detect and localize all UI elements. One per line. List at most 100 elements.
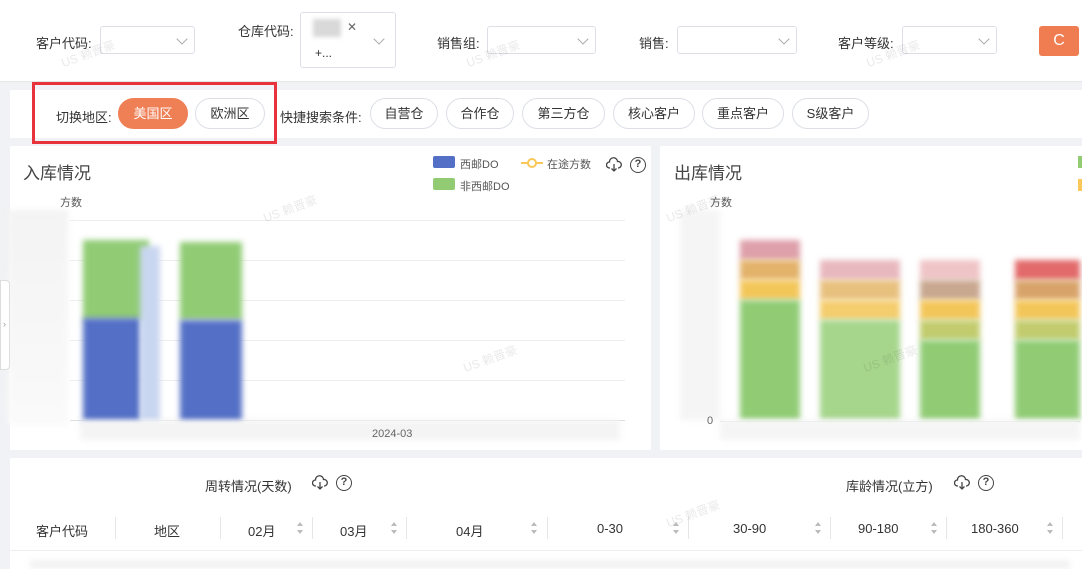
bar-segment-yellow: [1015, 300, 1080, 320]
bar-segment-green: [1015, 340, 1080, 420]
chevron-down-icon: [176, 33, 188, 45]
question-circle-icon[interactable]: ?: [630, 157, 646, 173]
chevron-down-icon: [577, 33, 589, 45]
sales-group-select[interactable]: [487, 26, 596, 54]
y-tick-labels-blurred: [8, 210, 68, 425]
turnover-title: 周转情况(天数): [205, 479, 292, 494]
column-separator: [312, 517, 313, 539]
column-header-feb[interactable]: 02月: [248, 521, 275, 540]
chip-self-warehouse[interactable]: 自营仓: [370, 98, 438, 129]
sort-icon[interactable]: [930, 521, 938, 535]
column-separator: [946, 517, 947, 539]
cloud-download-icon[interactable]: [954, 475, 970, 491]
sort-icon[interactable]: [1046, 521, 1054, 535]
bar-segment-orange: [820, 280, 900, 300]
stats-table-card: [10, 458, 1082, 569]
column-header-region[interactable]: 地区: [154, 521, 180, 540]
inbound-title: 入库情况: [23, 164, 91, 183]
y-tick-labels-blurred: [680, 210, 720, 420]
x-tick-labels-blurred: [720, 420, 1080, 440]
legend-swatch-cutoff: [1078, 179, 1082, 191]
sort-icon[interactable]: [672, 521, 680, 535]
remove-tag-icon[interactable]: ✕: [347, 20, 357, 34]
sort-icon[interactable]: [814, 521, 822, 535]
warehouse-code-select[interactable]: ✕ +...: [300, 12, 396, 68]
bar-non-xiyou-do: [180, 242, 242, 320]
column-header-apr[interactable]: 04月: [456, 521, 483, 540]
column-separator: [115, 517, 116, 539]
column-header-30-90[interactable]: 30-90: [733, 521, 766, 536]
legend-swatch-in-transit: [521, 158, 543, 168]
column-separator: [406, 517, 407, 539]
bar-segment-green: [920, 340, 980, 420]
legend-label-xiyou-do[interactable]: 西邮DO: [460, 156, 499, 172]
bar-segment-olive: [920, 320, 980, 340]
region-eu-button[interactable]: 欧洲区: [195, 98, 265, 129]
column-header-180-360[interactable]: 180-360: [971, 521, 1019, 536]
sort-icon[interactable]: [296, 521, 304, 535]
bar-segment-orange: [1015, 280, 1080, 300]
outbound-unit-label: 方数: [710, 197, 732, 209]
inventory-age-title: 库龄情况(立方): [846, 479, 933, 494]
chevron-right-icon: ›: [3, 319, 6, 329]
legend-swatch-non-xiyou-do: [433, 178, 455, 190]
warehouse-code-label: 仓库代码:: [238, 24, 294, 39]
sort-icon[interactable]: [390, 521, 398, 535]
bar-segment-red: [820, 260, 900, 280]
bar-segment-orange: [920, 280, 980, 300]
table-row-blurred: [30, 560, 1070, 569]
bar-segment-green: [820, 320, 900, 420]
chevron-down-icon: [978, 33, 990, 45]
chip-partner-warehouse[interactable]: 合作仓: [446, 98, 514, 129]
legend-swatch-xiyou-do: [433, 156, 455, 168]
bar-segment-red: [740, 240, 800, 260]
x-tick-labels-blurred: [80, 420, 620, 440]
column-header-90-180[interactable]: 90-180: [858, 521, 898, 536]
column-header-0-30[interactable]: 0-30: [597, 521, 623, 536]
bar-xiyou-do: [83, 318, 141, 422]
bar-segment-orange: [740, 260, 800, 280]
customer-level-label: 客户等级:: [838, 36, 894, 51]
chip-key-customer[interactable]: 重点客户: [702, 98, 784, 129]
bar-segment-yellow: [740, 280, 800, 300]
sales-label: 销售:: [639, 36, 669, 51]
bar-faded: [140, 246, 160, 422]
chip-s-level-customer[interactable]: S级客户: [792, 98, 869, 129]
question-circle-icon[interactable]: ?: [336, 475, 352, 491]
customer-code-label: 客户代码:: [36, 36, 92, 51]
chip-core-customer[interactable]: 核心客户: [613, 98, 695, 129]
chevron-down-icon: [373, 33, 385, 45]
bar-segment-yellow: [820, 300, 900, 320]
bar-segment-yellow: [920, 300, 980, 320]
chip-third-party-warehouse[interactable]: 第三方仓: [522, 98, 605, 129]
inbound-unit-label: 方数: [60, 197, 82, 209]
gridline: [70, 220, 625, 221]
question-circle-icon[interactable]: ?: [978, 475, 994, 491]
sort-icon[interactable]: [530, 521, 538, 535]
legend-label-non-xiyou-do[interactable]: 非西邮DO: [460, 178, 510, 194]
quick-search-label: 快捷搜索条件:: [280, 110, 362, 125]
bar-segment-red: [920, 260, 980, 280]
region-switch-label: 切换地区:: [56, 110, 112, 125]
chevron-down-icon: [778, 33, 790, 45]
side-collapse-handle[interactable]: ›: [0, 280, 10, 370]
column-header-mar[interactable]: 03月: [340, 521, 367, 540]
customer-code-select[interactable]: [100, 26, 195, 54]
column-separator: [830, 517, 831, 539]
row-divider: [10, 550, 1082, 551]
cloud-download-icon[interactable]: [312, 475, 328, 491]
sales-group-label: 销售组:: [437, 36, 480, 51]
cloud-download-icon[interactable]: [606, 157, 622, 173]
column-separator: [547, 517, 548, 539]
y-tick-zero: 0: [707, 415, 714, 427]
legend-label-in-transit[interactable]: 在途方数: [547, 156, 591, 172]
sales-select[interactable]: [677, 26, 797, 54]
column-header-customer-code[interactable]: 客户代码: [36, 521, 88, 540]
column-separator: [1062, 517, 1063, 539]
bar-segment-green: [740, 300, 800, 420]
customer-level-select[interactable]: [902, 26, 997, 54]
refresh-button[interactable]: C: [1039, 26, 1079, 56]
region-us-button[interactable]: 美国区: [118, 98, 188, 129]
bar-segment-olive: [1015, 320, 1080, 340]
bar-segment-red: [1015, 260, 1080, 280]
